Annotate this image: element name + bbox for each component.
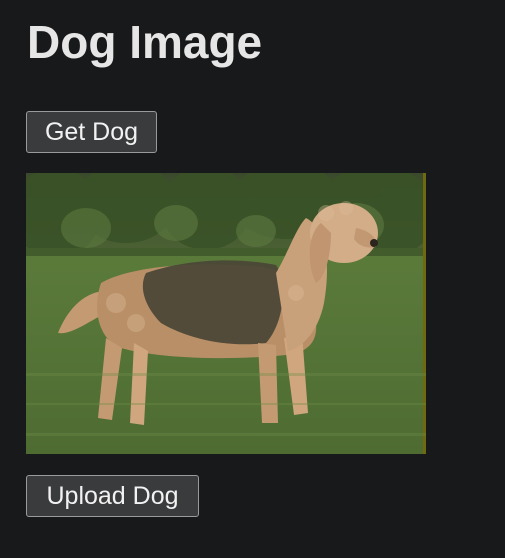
page: Dog Image Get Dog Upload Dog [0, 0, 505, 558]
page-title: Dog Image [27, 16, 263, 68]
get-dog-button[interactable]: Get Dog [26, 111, 157, 153]
upload-dog-button[interactable]: Upload Dog [26, 475, 199, 517]
dog-image [26, 173, 426, 454]
dog-photo-illustration [26, 173, 426, 454]
